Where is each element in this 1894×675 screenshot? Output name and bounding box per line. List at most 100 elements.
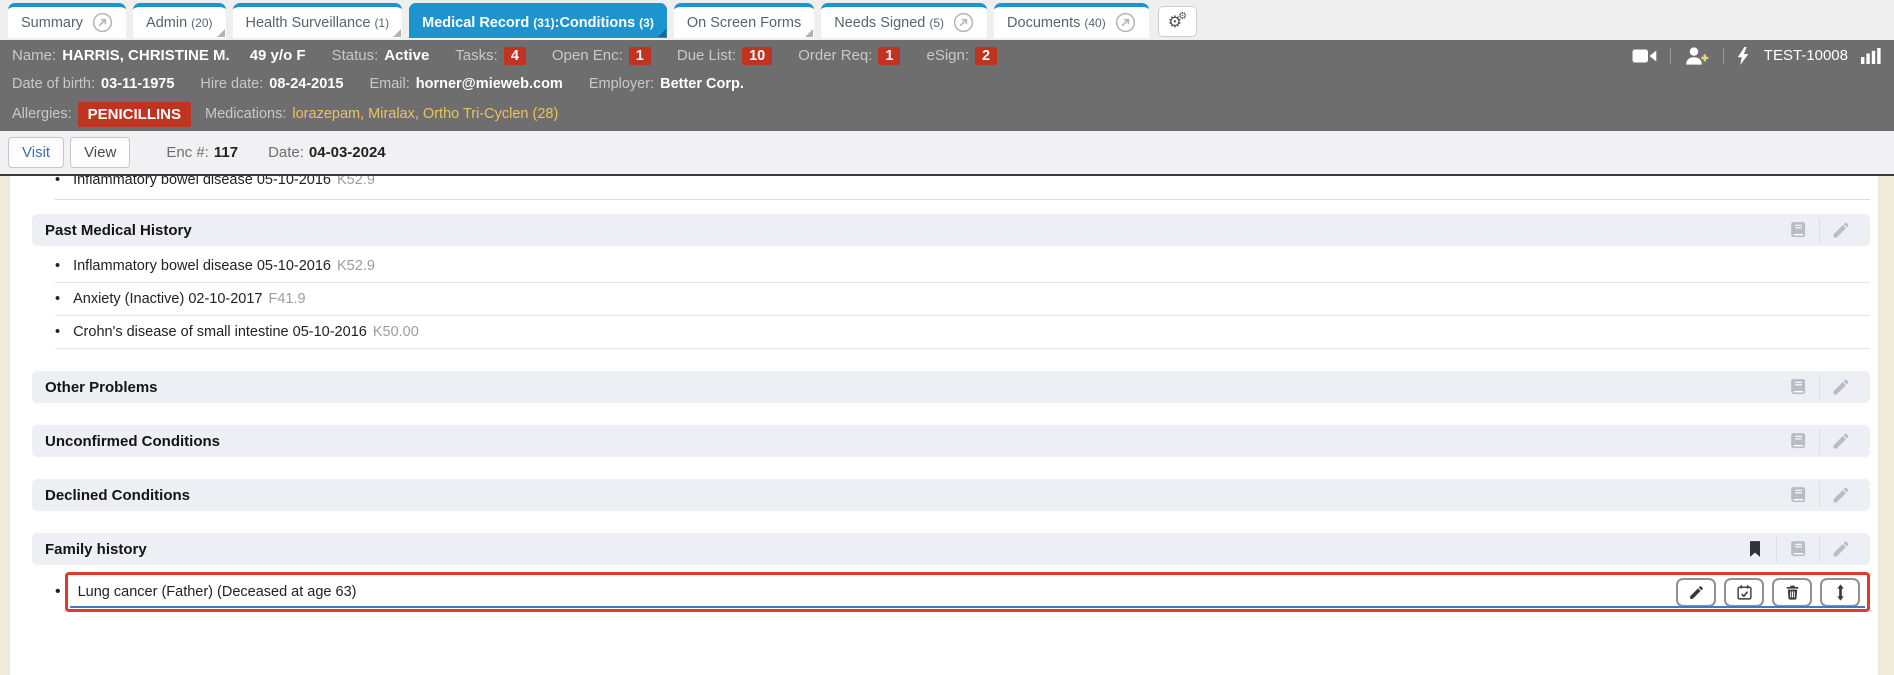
content-area: Inflammatory bowel disease 05-10-2016K52… xyxy=(0,176,1894,675)
tab-label: Health Surveillance xyxy=(246,15,371,31)
bar-chart-icon[interactable] xyxy=(1861,48,1882,64)
bullet xyxy=(55,258,60,274)
stat-label: Open Enc: xyxy=(552,47,623,64)
demographic-group: Date of birth: 03-11-1975 xyxy=(12,76,174,92)
tab-count: (20) xyxy=(191,16,212,30)
tab-medical-record[interactable]: Medical Record(31):Conditions(3) xyxy=(409,3,667,38)
tab-health-surveillance[interactable]: Health Surveillance(1) xyxy=(233,3,403,38)
divider xyxy=(1670,48,1671,64)
stat-badge[interactable]: 1 xyxy=(629,47,651,65)
icd-code: F41.9 xyxy=(268,291,305,307)
section-family-history: Family historyLung cancer (Father) (Dece… xyxy=(32,533,1870,612)
book-icon[interactable] xyxy=(1788,220,1808,240)
enc-value: 117 xyxy=(214,144,238,161)
section-title: Declined Conditions xyxy=(45,487,190,504)
person-add-icon[interactable] xyxy=(1684,47,1710,65)
section-header-past-medical-history: Past Medical History xyxy=(32,214,1870,246)
video-camera-icon[interactable] xyxy=(1632,48,1657,64)
condition-text: Lung cancer (Father) (Deceased at age 63… xyxy=(78,584,357,600)
section-items: Lung cancer (Father) (Deceased at age 63… xyxy=(32,572,1870,612)
item-actions xyxy=(1676,578,1860,607)
demographic-value: Better Corp. xyxy=(660,76,744,92)
section-header-icons xyxy=(1777,217,1862,243)
pencil-icon[interactable] xyxy=(1831,377,1851,397)
list-item: Crohn's disease of small intestine 05-10… xyxy=(55,316,1870,349)
tab-admin[interactable]: Admin(20) xyxy=(133,3,225,38)
app: { "colors": { "accent_blue": "#1d94cd", … xyxy=(0,0,1894,675)
trash-icon xyxy=(1784,584,1801,601)
lightning-icon[interactable] xyxy=(1737,47,1749,65)
divider xyxy=(1776,536,1777,562)
section-items: Inflammatory bowel disease 05-10-2016K52… xyxy=(32,250,1870,349)
stat-badge[interactable]: 10 xyxy=(742,47,772,65)
stat-group: Tasks: 4 xyxy=(455,47,526,65)
stat-badge[interactable]: 2 xyxy=(975,47,997,65)
pencil-icon[interactable] xyxy=(1831,539,1851,559)
tab-label: Summary xyxy=(21,15,83,31)
section-title: Unconfirmed Conditions xyxy=(45,433,220,450)
move-vertical-button[interactable] xyxy=(1820,578,1860,607)
enc-label: Enc #: xyxy=(166,144,209,161)
tab-label: Needs Signed xyxy=(834,15,925,31)
icd-code: K52.9 xyxy=(337,258,375,274)
medications-list[interactable]: lorazepam, Miralax, Ortho Tri-Cyclen (28… xyxy=(292,106,558,122)
section-header-unconfirmed-conditions: Unconfirmed Conditions xyxy=(32,425,1870,457)
patient-name-group: Name: HARRIS, CHRISTINE M. 49 y/o F xyxy=(12,47,306,64)
book-icon[interactable] xyxy=(1788,377,1808,397)
condition-text: Anxiety (Inactive) 02-10-2017 xyxy=(73,291,262,307)
patient-status-group: Status: Active xyxy=(332,47,430,64)
banner-row-3: Allergies: PENICILLINS Medications: lora… xyxy=(12,97,1882,131)
section-title: Past Medical History xyxy=(45,222,192,239)
demographic-value: 03-11-1975 xyxy=(101,76,174,92)
view-button[interactable]: View xyxy=(70,137,130,168)
divider xyxy=(1819,482,1820,508)
book-icon[interactable] xyxy=(1788,539,1808,559)
conditions-panel: Inflammatory bowel disease 05-10-2016K52… xyxy=(10,176,1878,675)
section-declined-conditions: Declined Conditions xyxy=(32,479,1870,511)
allergies-label: Allergies: xyxy=(12,106,72,122)
demographic-group: Hire date:08-24-2015 xyxy=(200,76,343,92)
tab-on-screen-forms[interactable]: On Screen Forms xyxy=(674,3,814,38)
section-header-icons xyxy=(1777,482,1862,508)
pencil-icon[interactable] xyxy=(1831,220,1851,240)
trash-button[interactable] xyxy=(1772,578,1812,607)
stat-group: eSign:2 xyxy=(926,47,997,65)
bullet xyxy=(55,324,60,340)
banner-row-2: Date of birth: 03-11-1975 Hire date:08-24-… xyxy=(12,71,1882,97)
move-vertical-icon xyxy=(1832,584,1849,601)
book-icon[interactable] xyxy=(1788,485,1808,505)
pencil-icon[interactable] xyxy=(1831,431,1851,451)
banner-stats: Tasks:4Open Enc:1Due List:10Order Req:1e… xyxy=(455,47,1023,65)
sections-container: Past Medical History Inflammatory bowel d… xyxy=(32,214,1870,612)
gears-icon: ⚙⚙ xyxy=(1168,12,1187,31)
pencil-icon[interactable] xyxy=(1831,485,1851,505)
bookmark-icon[interactable] xyxy=(1745,539,1765,559)
bullet xyxy=(55,176,60,188)
stat-label: Tasks: xyxy=(455,47,498,64)
external-link-icon xyxy=(92,12,113,33)
allergy-badge[interactable]: PENICILLINS xyxy=(78,102,191,127)
stat-group: Order Req: 1 xyxy=(798,47,900,65)
external-link-icon xyxy=(1115,12,1136,33)
tab-summary[interactable]: Summary xyxy=(8,3,126,38)
settings-button[interactable]: ⚙⚙ xyxy=(1158,6,1197,37)
book-icon[interactable] xyxy=(1788,431,1808,451)
demographic-label: Date of birth: xyxy=(12,76,95,92)
demographic-label: Hire date: xyxy=(200,76,263,92)
stat-label: Order Req: xyxy=(798,47,872,64)
tab-needs-signed[interactable]: Needs Signed(5) xyxy=(821,3,987,38)
section-title: Other Problems xyxy=(45,379,158,396)
visit-button[interactable]: Visit xyxy=(8,137,64,168)
tab-documents[interactable]: Documents(40) xyxy=(994,3,1149,38)
pencil-button[interactable] xyxy=(1676,578,1716,607)
section-unconfirmed-conditions: Unconfirmed Conditions xyxy=(32,425,1870,457)
tab-count: (3) xyxy=(639,16,654,30)
stat-badge[interactable]: 4 xyxy=(504,47,526,65)
demographic-label: Email: xyxy=(369,76,409,92)
section-header-other-problems: Other Problems xyxy=(32,371,1870,403)
tab-count: (31) xyxy=(533,16,554,30)
stat-badge[interactable]: 1 xyxy=(878,47,900,65)
demographic-value: horner@mieweb.com xyxy=(416,76,563,92)
section-other-problems: Other Problems xyxy=(32,371,1870,403)
calendar-check-button[interactable] xyxy=(1724,578,1764,607)
